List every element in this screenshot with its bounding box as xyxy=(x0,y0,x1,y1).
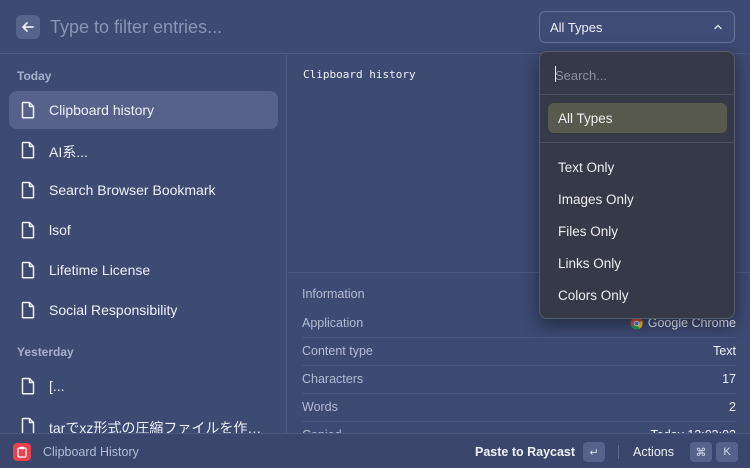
menu-item-label: Files Only xyxy=(558,223,619,239)
metadata-row-characters: Characters 17 xyxy=(302,365,736,393)
section-title-yesterday: Yesterday xyxy=(17,345,74,359)
section-title-today: Today xyxy=(17,69,52,83)
menu-item-images-only[interactable]: Images Only xyxy=(548,184,727,214)
text-caret xyxy=(555,66,556,82)
metadata-key: Characters xyxy=(302,372,364,386)
dropdown-search-input[interactable] xyxy=(555,64,720,86)
search-bar: All Types xyxy=(0,0,750,54)
metadata-row-words: Words 2 xyxy=(302,393,736,421)
list-item[interactable]: Clipboard history xyxy=(9,91,278,129)
list-item-label: Search Browser Bookmark xyxy=(49,182,216,198)
metadata-value: 2 xyxy=(729,400,736,414)
k-key-shortcut: K xyxy=(716,442,738,462)
document-icon xyxy=(21,301,35,319)
divider xyxy=(618,445,619,459)
menu-item-all-types[interactable]: All Types xyxy=(548,103,727,133)
enter-key-shortcut: ↵ xyxy=(583,442,605,462)
document-icon xyxy=(21,141,35,159)
divider xyxy=(540,94,734,95)
menu-item-label: Images Only xyxy=(558,191,634,207)
list-item-label: Clipboard history xyxy=(49,102,155,118)
command-key-shortcut: ⌘ xyxy=(690,442,712,462)
list-item-label: Lifetime License xyxy=(49,262,151,278)
list-item[interactable]: Search Browser Bookmark xyxy=(9,171,278,209)
list-item[interactable]: [... xyxy=(9,367,278,405)
document-icon xyxy=(21,101,35,119)
search-input[interactable] xyxy=(50,13,520,41)
divider xyxy=(540,142,734,143)
app-icon xyxy=(13,443,31,461)
entry-list: Today Clipboard history AI系... Search Br… xyxy=(0,55,287,433)
list-item[interactable]: tarでxz形式の圧縮ファイルを作り… xyxy=(9,407,278,433)
list-item[interactable]: Social Responsibility xyxy=(9,291,278,329)
metadata-key: Content type xyxy=(302,344,373,358)
document-icon xyxy=(21,221,35,239)
list-item[interactable]: AI系... xyxy=(9,131,278,169)
menu-item-links-only[interactable]: Links Only xyxy=(548,248,727,278)
back-button[interactable] xyxy=(16,15,40,39)
menu-item-label: Colors Only xyxy=(558,287,629,303)
document-icon xyxy=(21,261,35,279)
metadata-key: Words xyxy=(302,400,338,414)
type-filter-value: All Types xyxy=(550,19,603,35)
list-item-label: Social Responsibility xyxy=(49,302,178,318)
type-filter-menu: All Types Text Only Images Only Files On… xyxy=(539,51,735,319)
chevron-up-icon xyxy=(714,24,722,30)
menu-item-text-only[interactable]: Text Only xyxy=(548,152,727,182)
list-item[interactable]: Lifetime License xyxy=(9,251,278,289)
command-title: Clipboard History xyxy=(43,445,139,459)
type-filter-dropdown[interactable]: All Types xyxy=(539,11,735,43)
metadata-key: Application xyxy=(302,316,364,330)
metadata-value: Text xyxy=(713,344,736,358)
list-item-label: lsof xyxy=(49,222,71,238)
menu-item-label: Links Only xyxy=(558,255,622,271)
arrow-left-icon xyxy=(22,22,34,32)
menu-item-files-only[interactable]: Files Only xyxy=(548,216,727,246)
menu-item-label: Text Only xyxy=(558,159,615,175)
information-title: Information xyxy=(302,287,365,301)
metadata-row-content-type: Content type Text xyxy=(302,337,736,365)
actions-button[interactable]: Actions xyxy=(633,445,674,459)
document-icon xyxy=(21,417,35,433)
list-item[interactable]: lsof xyxy=(9,211,278,249)
menu-item-colors-only[interactable]: Colors Only xyxy=(548,280,727,310)
action-bar: Clipboard History Paste to Raycast ↵ Act… xyxy=(0,433,750,468)
list-item-label: tarでxz形式の圧縮ファイルを作り… xyxy=(49,420,269,433)
menu-item-label: All Types xyxy=(558,110,613,126)
list-item-label: [... xyxy=(49,378,65,394)
clipboard-icon xyxy=(17,446,27,458)
document-icon xyxy=(21,181,35,199)
list-item-label: AI系... xyxy=(49,144,88,160)
paste-to-raycast-button[interactable]: Paste to Raycast xyxy=(475,445,575,459)
metadata-value: 17 xyxy=(722,372,736,386)
preview-text: Clipboard history xyxy=(303,68,416,81)
document-icon xyxy=(21,377,35,395)
